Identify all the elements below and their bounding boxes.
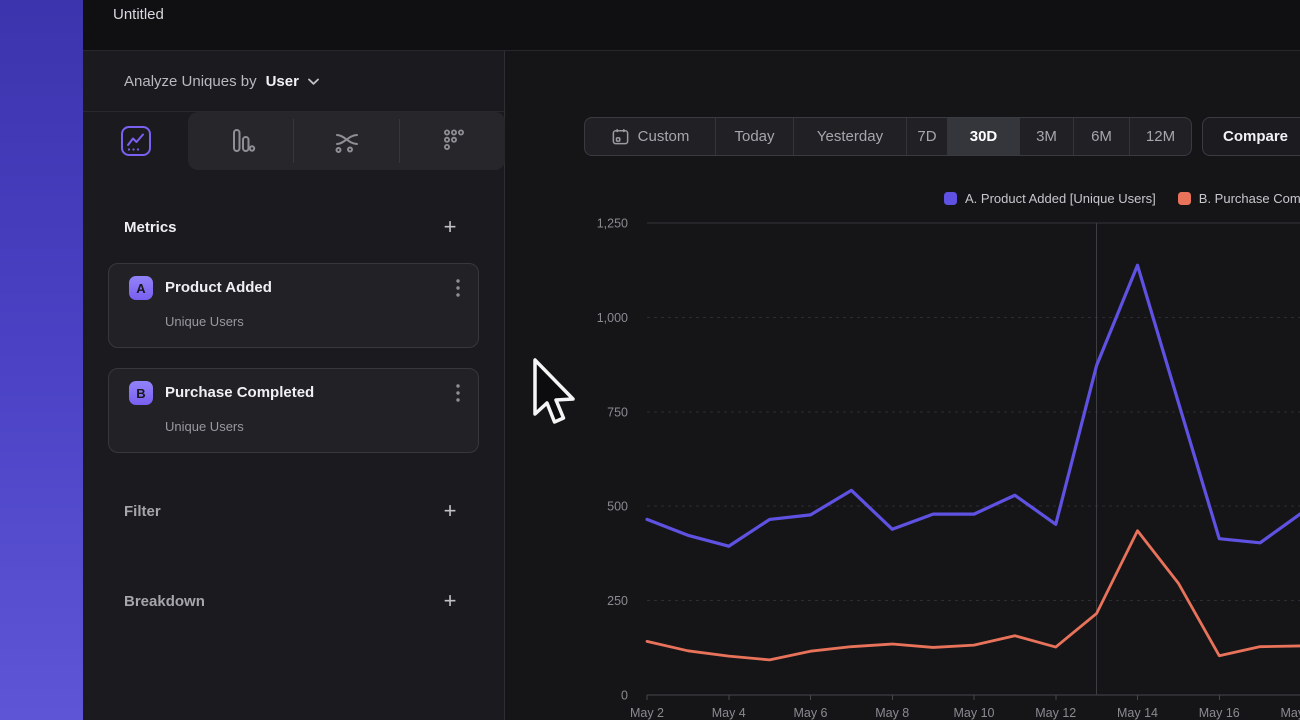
funnel-chart-icon	[437, 125, 469, 157]
chart-panel: CustomTodayYesterday7D30D3M6M12M Compare…	[506, 51, 1300, 720]
query-builder-panel: Analyze Uniques by User	[83, 51, 505, 720]
line-chart: 0 250 500 750 1,000 1,250 May 2 May 4 May 6 May 8…	[506, 51, 1300, 720]
add-filter-button[interactable]: +	[442, 503, 458, 519]
svg-text:0: 0	[621, 689, 628, 703]
tab-bar-chart[interactable]	[188, 112, 293, 170]
svg-text:250: 250	[607, 594, 628, 608]
metric-badge-b: B	[129, 381, 153, 405]
metrics-section-header: Metrics +	[124, 215, 458, 239]
metric-measure[interactable]: Unique Users	[165, 419, 244, 434]
metric-badge-a: A	[129, 276, 153, 300]
svg-text:500: 500	[607, 500, 628, 514]
kebab-menu-icon[interactable]	[456, 279, 460, 297]
metric-name: Purchase Completed	[165, 382, 314, 404]
tab-line-chart[interactable]	[83, 112, 188, 170]
breakdown-title: Breakdown	[124, 593, 205, 610]
metric-name: Product Added	[165, 277, 272, 299]
svg-text:May 4: May 4	[712, 706, 746, 720]
metric-measure[interactable]: Unique Users	[165, 314, 244, 329]
svg-text:May 6: May 6	[793, 706, 827, 720]
analyze-label: Analyze Uniques by	[124, 73, 257, 90]
svg-text:May 14: May 14	[1117, 706, 1158, 720]
add-metric-button[interactable]: +	[442, 219, 458, 235]
metric-card-a[interactable]: A Product Added Unique Users	[108, 263, 479, 348]
tab-funnel-chart[interactable]	[400, 112, 505, 170]
metrics-title: Metrics	[124, 219, 177, 236]
report-title[interactable]: Untitled	[113, 6, 164, 23]
breakdown-section-header: Breakdown +	[124, 589, 458, 613]
svg-text:May 8: May 8	[875, 706, 909, 720]
analyze-uniques-dropdown[interactable]: Analyze Uniques by User	[83, 51, 505, 112]
app-window: Untitled Analyze Uniques by User	[0, 0, 1300, 720]
svg-text:May 2: May 2	[630, 706, 664, 720]
kebab-menu-icon[interactable]	[456, 384, 460, 402]
chart-type-tab-strip	[83, 112, 505, 170]
svg-text:May 16: May 16	[1199, 706, 1240, 720]
line-chart-icon	[119, 124, 153, 158]
add-breakdown-button[interactable]: +	[442, 593, 458, 609]
metric-card-b[interactable]: B Purchase Completed Unique Users	[108, 368, 479, 453]
svg-text:1,250: 1,250	[597, 217, 628, 231]
tab-flow-chart[interactable]	[294, 112, 399, 170]
bar-chart-icon	[225, 125, 257, 157]
svg-text:May 18: May 18	[1281, 706, 1300, 720]
app-header: Untitled	[83, 0, 1300, 51]
flow-chart-icon	[330, 124, 364, 158]
svg-text:750: 750	[607, 405, 628, 419]
mouse-cursor	[532, 358, 582, 430]
analyze-value: User	[266, 73, 299, 90]
filter-section-header: Filter +	[124, 499, 458, 523]
svg-text:May 10: May 10	[954, 706, 995, 720]
chevron-down-icon	[308, 78, 319, 85]
filter-title: Filter	[124, 503, 161, 520]
svg-text:1,000: 1,000	[597, 311, 628, 325]
svg-text:May 12: May 12	[1035, 706, 1076, 720]
brand-gradient-strip	[0, 0, 83, 720]
